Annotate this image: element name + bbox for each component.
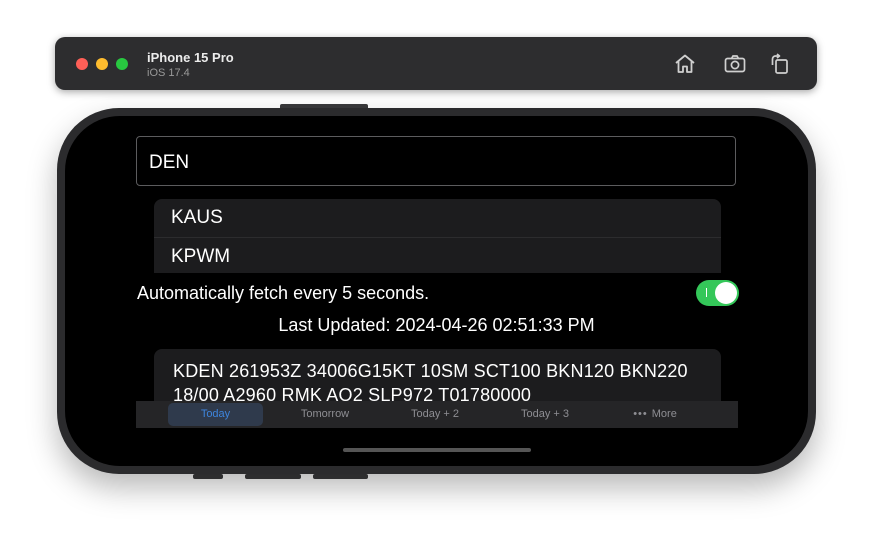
device-name: iPhone 15 Pro bbox=[147, 50, 234, 65]
last-updated-text: Last Updated: 2024-04-26 02:51:33 PM bbox=[278, 315, 595, 335]
tab-more[interactable]: ••• More bbox=[600, 403, 710, 426]
minimize-window-button[interactable] bbox=[96, 58, 108, 70]
os-version: iOS 17.4 bbox=[147, 67, 190, 79]
zoom-window-button[interactable] bbox=[116, 58, 128, 70]
rotate-icon bbox=[771, 53, 788, 74]
tab-today[interactable]: Today bbox=[168, 403, 263, 426]
suggestion-item[interactable]: KAUS bbox=[154, 199, 721, 237]
tab-today-plus-2[interactable]: Today + 2 bbox=[380, 403, 490, 426]
toggle-on-mark bbox=[706, 288, 707, 297]
airport-search-input[interactable]: DEN bbox=[136, 136, 736, 186]
tab-tomorrow[interactable]: Tomorrow bbox=[270, 403, 380, 426]
rotate-button[interactable] bbox=[768, 52, 792, 76]
screenshot-button[interactable] bbox=[723, 52, 747, 76]
home-button[interactable] bbox=[673, 52, 697, 76]
more-dots-icon: ••• bbox=[633, 408, 648, 420]
device-frame: DEN KAUS KPWM Automatically fetch every … bbox=[57, 108, 816, 474]
auto-fetch-label: Automatically fetch every 5 seconds. bbox=[137, 283, 430, 303]
auto-fetch-toggle[interactable] bbox=[696, 280, 739, 306]
volume-down-button bbox=[313, 474, 368, 479]
screenshot-icon bbox=[724, 55, 746, 73]
toggle-knob bbox=[715, 282, 737, 304]
home-indicator[interactable] bbox=[343, 448, 531, 452]
volume-up-button bbox=[245, 474, 301, 479]
suggestion-item[interactable]: KPWM bbox=[154, 237, 721, 273]
side-button bbox=[193, 474, 223, 479]
device-screen: DEN KAUS KPWM Automatically fetch every … bbox=[65, 116, 808, 466]
close-window-button[interactable] bbox=[76, 58, 88, 70]
tab-today-plus-3[interactable]: Today + 3 bbox=[490, 403, 600, 426]
home-icon bbox=[675, 54, 695, 73]
metar-card: KDEN 261953Z 34006G15KT 10SM SCT100 BKN1… bbox=[154, 349, 721, 401]
suggestion-list: KAUS KPWM bbox=[154, 199, 721, 273]
tab-more-label: More bbox=[651, 408, 677, 420]
metar-text: KDEN 261953Z 34006G15KT 10SM SCT100 BKN1… bbox=[173, 361, 688, 401]
simulator-toolbar: iPhone 15 Pro iOS 17.4 bbox=[55, 37, 817, 90]
tab-bar: Today Tomorrow Today + 2 Today + 3 ••• Mo… bbox=[136, 401, 738, 428]
